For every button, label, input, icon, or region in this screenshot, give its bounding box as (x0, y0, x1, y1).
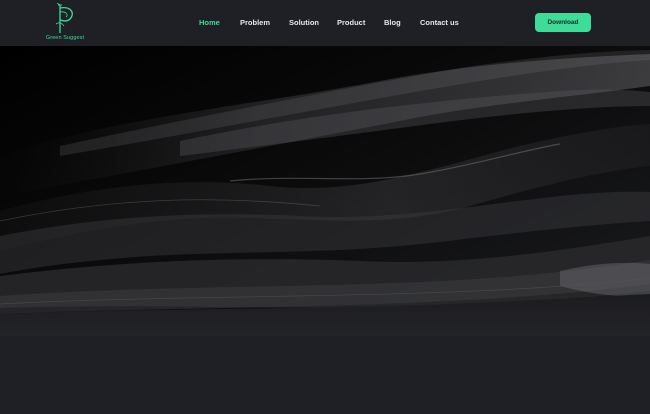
hero-image (0, 46, 650, 336)
feather-quill-p-icon (55, 2, 73, 33)
download-button[interactable]: Download (535, 13, 591, 32)
nav-link-blog[interactable]: Blog (384, 18, 401, 27)
nav-link-problem[interactable]: Problem (240, 18, 270, 27)
dark-silk-waves-image (0, 46, 650, 336)
brand-logo[interactable]: Green Suggest (40, 2, 90, 44)
nav-link-home[interactable]: Home (199, 18, 220, 27)
nav-link-product[interactable]: Product (337, 18, 365, 27)
page: Green Suggest Home Problem Solution Prod… (0, 0, 650, 414)
nav-link-contact[interactable]: Contact us (420, 18, 459, 27)
nav-link-solution[interactable]: Solution (289, 18, 319, 27)
brand-name: Green Suggest (45, 35, 85, 41)
navbar: Green Suggest Home Problem Solution Prod… (0, 0, 650, 46)
